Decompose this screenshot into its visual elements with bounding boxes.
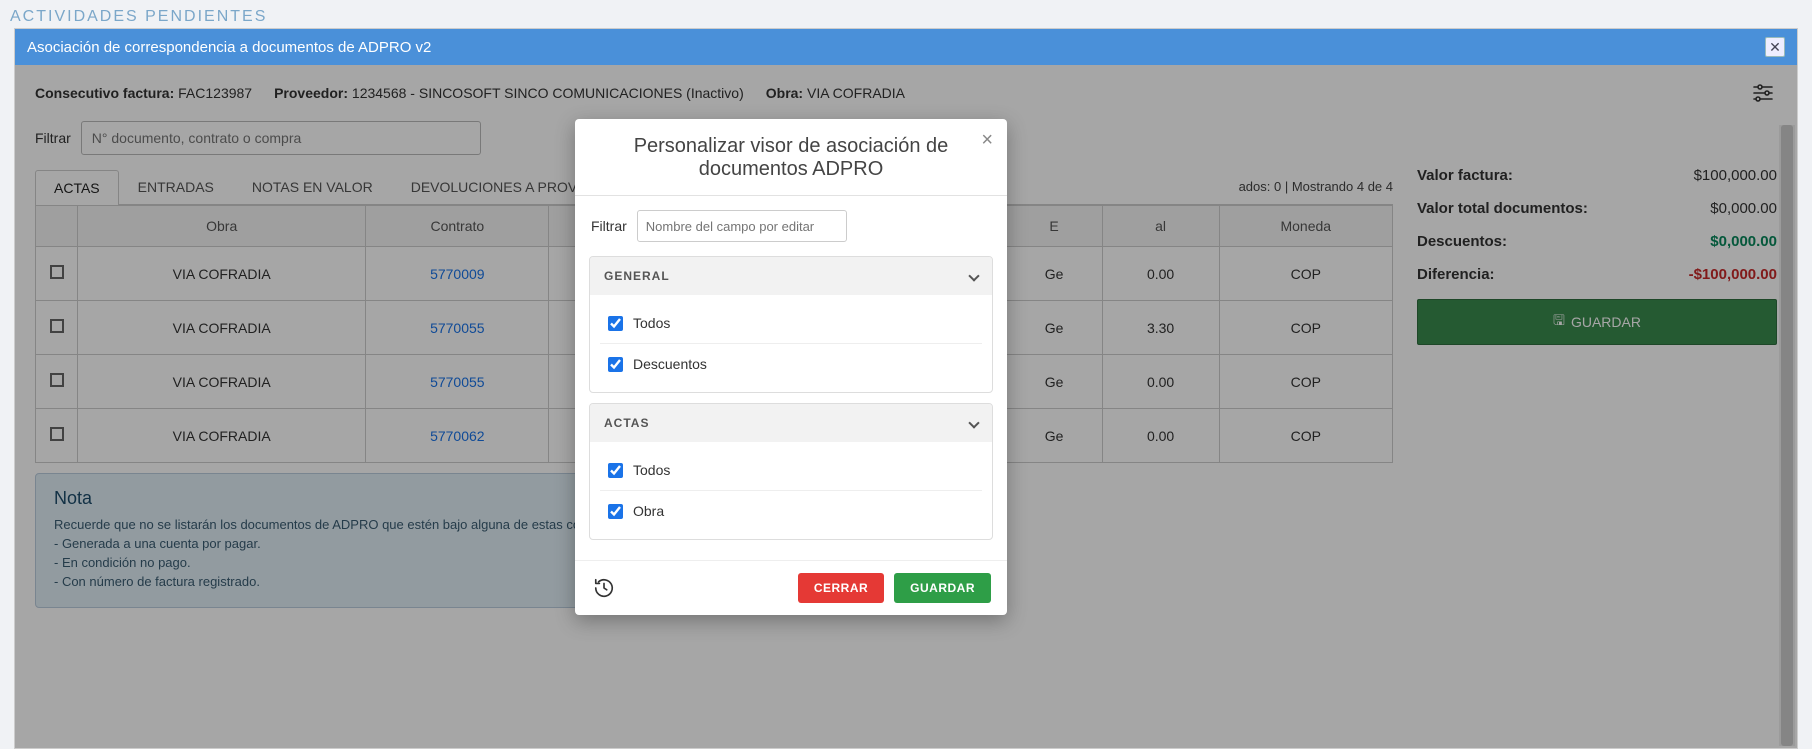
group-general-title: GENERAL	[604, 269, 670, 283]
personalize-save-button[interactable]: GUARDAR	[894, 573, 991, 603]
checkbox-general-todos[interactable]	[608, 316, 623, 331]
personalize-filter-input[interactable]	[637, 210, 847, 242]
checkbox-label: Todos	[633, 315, 670, 331]
personalize-modal-title: Personalizar visor de asociación de docu…	[634, 135, 949, 180]
history-button[interactable]	[591, 575, 617, 601]
chevron-down-icon	[968, 270, 979, 281]
personalize-close-button-footer[interactable]: CERRAR	[798, 573, 884, 603]
outer-modal: Asociación de correspondencia a document…	[14, 28, 1798, 749]
group-actas-title: ACTAS	[604, 416, 649, 430]
checkbox-label: Todos	[633, 462, 670, 478]
close-icon: ✕	[1769, 39, 1781, 56]
checkbox-general-descuentos[interactable]	[608, 357, 623, 372]
checkbox-label: Descuentos	[633, 356, 707, 372]
personalize-filter-label: Filtrar	[591, 218, 627, 234]
outer-modal-header: Asociación de correspondencia a document…	[15, 29, 1797, 65]
chevron-down-icon	[968, 417, 979, 428]
group-actas-header[interactable]: ACTAS	[590, 404, 992, 442]
outer-close-button[interactable]: ✕	[1765, 37, 1785, 57]
checkbox-actas-obra[interactable]	[608, 504, 623, 519]
personalize-close-button[interactable]: ×	[981, 129, 993, 152]
history-icon	[593, 577, 615, 599]
outer-modal-title: Asociación de correspondencia a document…	[27, 39, 431, 56]
group-general-header[interactable]: GENERAL	[590, 257, 992, 295]
checkbox-label: Obra	[633, 503, 664, 519]
checkbox-actas-todos[interactable]	[608, 463, 623, 478]
personalize-modal: Personalizar visor de asociación de docu…	[575, 119, 1007, 615]
